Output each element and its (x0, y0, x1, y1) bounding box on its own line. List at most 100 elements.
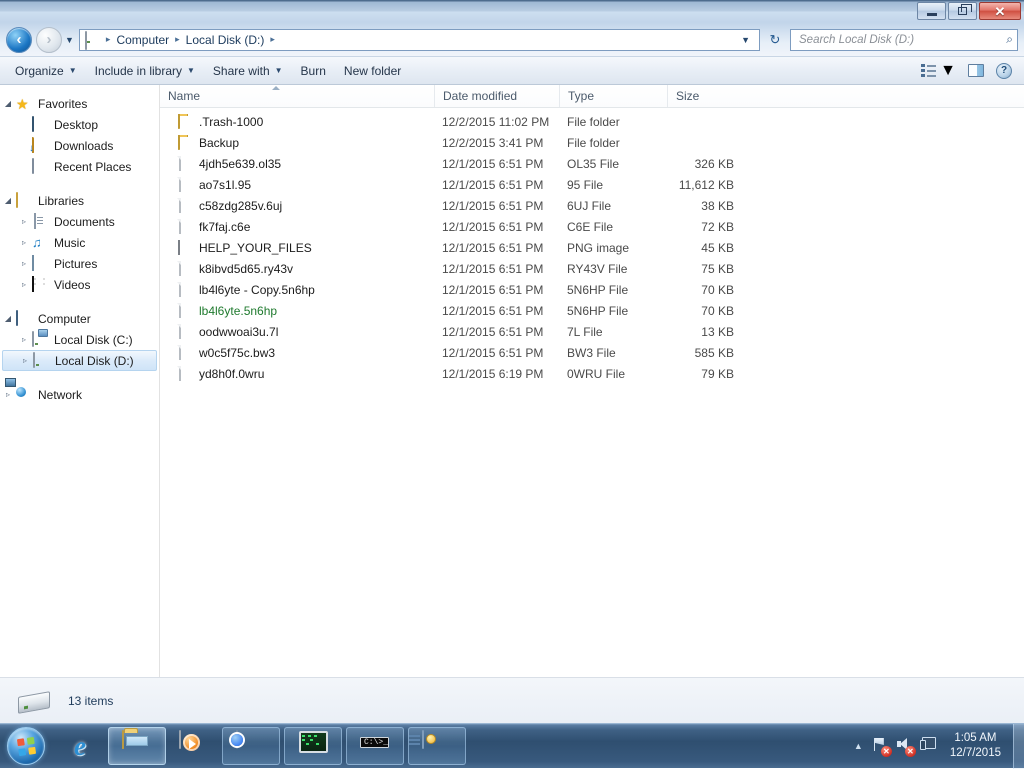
taskbar-internet-explorer[interactable]: e (56, 727, 104, 765)
breadcrumb-computer[interactable]: Computer (112, 31, 173, 49)
table-row[interactable]: yd8h0f.0wru 12/1/2015 6:19 PM 0WRU File … (160, 363, 1024, 384)
file-name-cell[interactable]: w0c5f75c.bw3 (160, 344, 434, 361)
new-folder-button[interactable]: New folder (335, 60, 410, 82)
breadcrumb-local-disk-d[interactable]: Local Disk (D:) (182, 31, 269, 49)
file-name: 4jdh5e639.ol35 (199, 156, 282, 171)
minimize-button[interactable] (917, 2, 946, 20)
taskbar-control-panel[interactable] (408, 727, 466, 765)
sidebar-item-recent-places[interactable]: Recent Places (0, 156, 159, 177)
sidebar-item-pictures[interactable]: ▹ Pictures (0, 253, 159, 274)
action-center-icon[interactable] (920, 737, 938, 755)
restore-button[interactable] (948, 2, 977, 20)
column-header-date-modified[interactable]: Date modified (434, 85, 559, 107)
expander-open-icon[interactable]: ◢ (0, 314, 16, 323)
file-name-cell[interactable]: 4jdh5e639.ol35 (160, 155, 434, 172)
volume-icon[interactable]: ✕ (896, 737, 916, 757)
expander-collapsed-icon[interactable]: ▹ (16, 238, 32, 247)
expander-open-icon[interactable]: ◢ (0, 99, 16, 108)
clock[interactable]: 1:05 AM 12/7/2015 (944, 731, 1009, 761)
table-row[interactable]: w0c5f75c.bw3 12/1/2015 6:51 PM BW3 File … (160, 342, 1024, 363)
burn-label: Burn (300, 63, 326, 78)
file-name-cell[interactable]: HELP_YOUR_FILES (160, 239, 434, 256)
close-button[interactable]: ✕ (979, 2, 1021, 20)
file-name-cell[interactable]: Backup (160, 134, 434, 151)
back-button[interactable]: ‹ (6, 26, 32, 53)
column-header-type[interactable]: Type (559, 85, 667, 107)
organize-button[interactable]: Organize ▼ (6, 60, 86, 82)
file-name-cell[interactable]: ao7s1l.95 (160, 176, 434, 193)
expander-open-icon[interactable]: ◢ (0, 196, 16, 205)
table-row[interactable]: .Trash-1000 12/2/2015 11:02 PM File fold… (160, 111, 1024, 132)
sidebar-item-local-disk-d[interactable]: ▹ Local Disk (D:) (2, 350, 157, 371)
sidebar-item-documents[interactable]: ▹ Documents (0, 211, 159, 232)
file-name-cell[interactable]: fk7faj.c6e (160, 218, 434, 235)
file-name-cell[interactable]: .Trash-1000 (160, 113, 434, 130)
taskbar-windows-media-player[interactable] (170, 727, 218, 765)
refresh-button[interactable]: ↻ (764, 29, 786, 51)
table-row[interactable]: lb4l6yte - Copy.5n6hp 12/1/2015 6:51 PM … (160, 279, 1024, 300)
sidebar-item-downloads[interactable]: Downloads (0, 135, 159, 156)
search-input[interactable]: Search Local Disk (D:) (799, 34, 1006, 46)
table-row[interactable]: ao7s1l.95 12/1/2015 6:51 PM 95 File 11,6… (160, 174, 1024, 195)
share-with-button[interactable]: Share with ▼ (204, 60, 292, 82)
address-dropdown-icon[interactable]: ▼ (735, 35, 756, 45)
breadcrumb-separator-0[interactable]: ▸ (104, 34, 113, 45)
breadcrumb-separator-2[interactable]: ▸ (268, 34, 277, 45)
start-button[interactable] (0, 725, 52, 767)
taskbar-windows-explorer[interactable] (108, 727, 166, 765)
forward-button[interactable]: › (36, 26, 62, 53)
expander-collapsed-icon[interactable]: ▹ (0, 390, 16, 399)
expander-collapsed-icon[interactable]: ▹ (16, 217, 32, 226)
network-status-icon[interactable]: ✕ (872, 737, 892, 757)
taskbar-command-prompt[interactable]: C:\>_ (346, 727, 404, 765)
search-box[interactable]: Search Local Disk (D:) ⌕ (790, 28, 1018, 51)
file-type: OL35 File (567, 156, 620, 171)
sidebar-item-videos[interactable]: ▹ Videos (0, 274, 159, 295)
expander-collapsed-icon[interactable]: ▹ (16, 335, 32, 344)
breadcrumb-separator-1[interactable]: ▸ (173, 34, 182, 45)
include-in-library-button[interactable]: Include in library ▼ (86, 60, 204, 82)
taskbar-system-monitor[interactable] (284, 727, 342, 765)
history-dropdown-icon[interactable]: ▼ (65, 35, 74, 45)
show-desktop-button[interactable] (1013, 723, 1024, 769)
file-name-cell[interactable]: c58zdg285v.6uj (160, 197, 434, 214)
file-name-cell[interactable]: lb4l6yte - Copy.5n6hp (160, 281, 434, 298)
file-name-cell[interactable]: lb4l6yte.5n6hp (160, 302, 434, 319)
file-date: 12/1/2015 6:51 PM (442, 282, 544, 297)
sidebar-item-desktop[interactable]: Desktop (0, 114, 159, 135)
table-row[interactable]: oodwwoai3u.7l 12/1/2015 6:51 PM 7L File … (160, 321, 1024, 342)
table-row[interactable]: c58zdg285v.6uj 12/1/2015 6:51 PM 6UJ Fil… (160, 195, 1024, 216)
help-button[interactable]: ? (990, 60, 1018, 82)
table-row[interactable]: fk7faj.c6e 12/1/2015 6:51 PM C6E File 72… (160, 216, 1024, 237)
burn-button[interactable]: Burn (292, 60, 335, 82)
expander-collapsed-icon[interactable]: ▹ (17, 356, 33, 365)
expander-collapsed-icon[interactable]: ▹ (16, 280, 32, 289)
table-row[interactable]: 4jdh5e639.ol35 12/1/2015 6:51 PM OL35 Fi… (160, 153, 1024, 174)
column-header-size[interactable]: Size (667, 85, 751, 107)
table-row[interactable]: k8ibvd5d65.ry43v 12/1/2015 6:51 PM RY43V… (160, 258, 1024, 279)
table-row[interactable]: Backup 12/2/2015 3:41 PM File folder (160, 132, 1024, 153)
breadcrumb-bar[interactable]: ▸ Computer ▸ Local Disk (D:) ▸ ▼ (78, 28, 760, 51)
sidebar-group-libraries[interactable]: ◢ Libraries (0, 190, 159, 211)
recent-places-icon (32, 157, 49, 175)
navigation-pane[interactable]: ◢ ★ Favorites Desktop Downloads Recent P… (0, 85, 160, 677)
expander-collapsed-icon[interactable]: ▹ (16, 259, 32, 268)
table-row[interactable]: HELP_YOUR_FILES 12/1/2015 6:51 PM PNG im… (160, 237, 1024, 258)
column-label: Type (568, 89, 595, 103)
column-header-name[interactable]: Name (160, 85, 434, 107)
file-name-cell[interactable]: oodwwoai3u.7l (160, 323, 434, 340)
sidebar-group-computer[interactable]: ◢ Computer (0, 308, 159, 329)
change-view-button[interactable]: ▼ (915, 59, 962, 83)
file-size: 72 KB (701, 219, 734, 234)
sidebar-group-network[interactable]: ▹ Network (0, 384, 159, 405)
sidebar-group-favorites[interactable]: ◢ ★ Favorites (0, 93, 159, 114)
file-name-cell[interactable]: yd8h0f.0wru (160, 365, 434, 382)
tray-overflow-icon[interactable]: ▲ (851, 741, 866, 751)
file-name-cell[interactable]: k8ibvd5d65.ry43v (160, 260, 434, 277)
preview-pane-button[interactable] (962, 61, 990, 80)
sidebar-item-music[interactable]: ▹ ♫ Music (0, 232, 159, 253)
sidebar-item-local-disk-c[interactable]: ▹ Local Disk (C:) (0, 329, 159, 350)
preview-pane-icon (968, 64, 984, 77)
taskbar-google-chrome[interactable] (222, 727, 280, 765)
table-row[interactable]: lb4l6yte.5n6hp 12/1/2015 6:51 PM 5N6HP F… (160, 300, 1024, 321)
